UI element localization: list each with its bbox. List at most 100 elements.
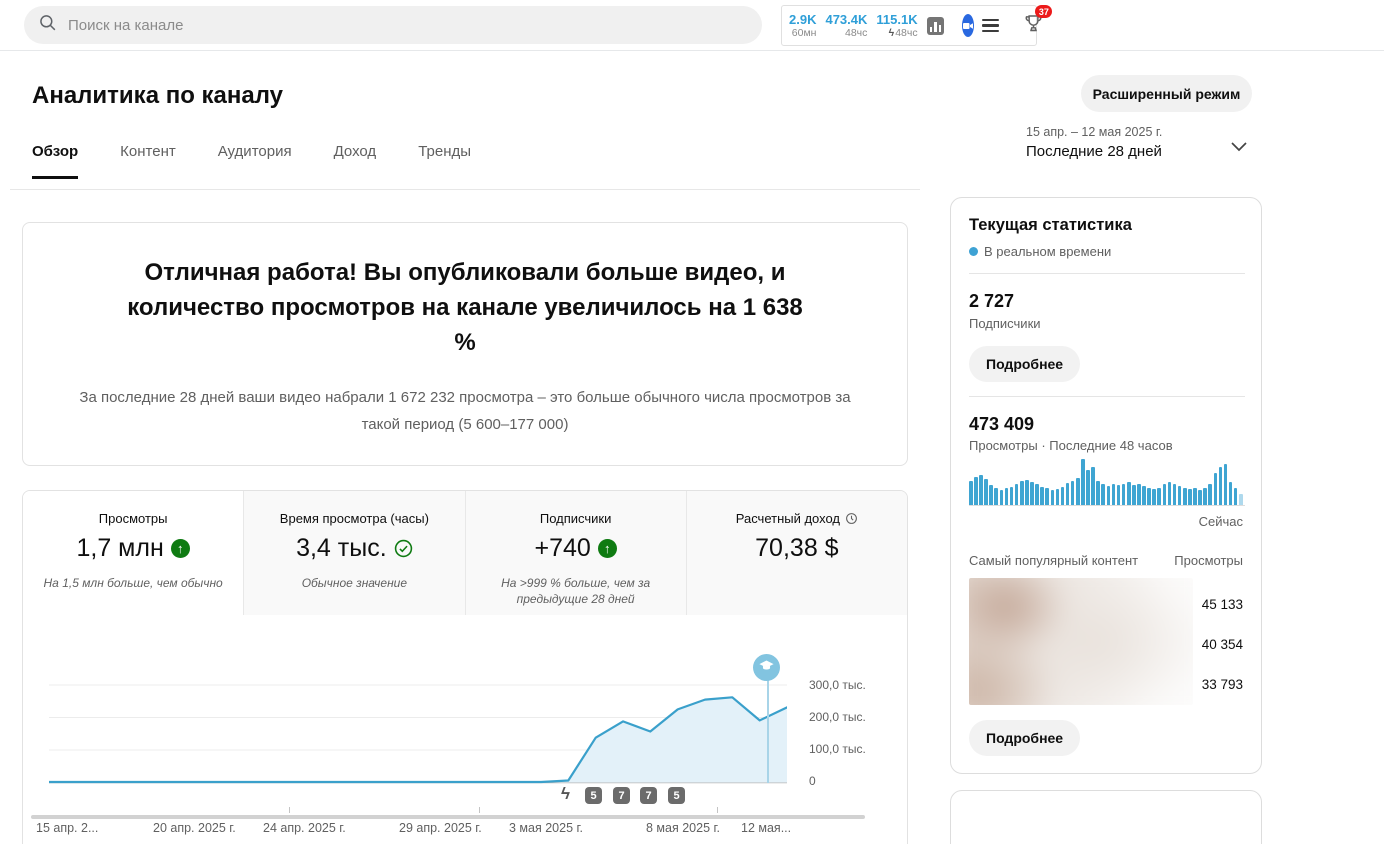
tab-аудитория[interactable]: Аудитория [218, 143, 292, 179]
subscribers-count: 2 727 [969, 291, 1014, 312]
stat-item[interactable]: 473.4K 48чс [825, 12, 867, 39]
achievements-button[interactable]: 37 [1023, 12, 1044, 39]
date-picker-dropdown[interactable] [1231, 139, 1247, 157]
published-count-badge[interactable]: 5 [585, 787, 602, 804]
youtube-studio-analytics-page: 2.9K 60мн 473.4K 48чс 115.1K ϟ48чс 37 [0, 0, 1384, 844]
metric-value: 3,4 тыс. [244, 534, 464, 563]
stat-item[interactable]: 2.9K 60мн [789, 12, 816, 39]
highlight-subtitle: За последние 28 дней ваши видео набрали … [70, 384, 860, 438]
tab-доход[interactable]: Доход [334, 143, 377, 179]
divider [969, 273, 1245, 274]
stat-item[interactable]: 115.1K ϟ48чс [876, 12, 917, 39]
metric-label: Просмотры [23, 511, 243, 526]
metric-tabs: Просмотры 1,7 млн↑ На 1,5 млн больше, че… [23, 491, 907, 615]
sparkline-bar [1152, 489, 1156, 505]
sparkline-bar [1010, 487, 1014, 505]
sparkline-bar [1219, 467, 1223, 505]
metric-tab[interactable]: Подписчики +740↑ На >999 % больше, чем з… [465, 491, 686, 615]
subscribers-details-button[interactable]: Подробнее [969, 346, 1080, 382]
sparkline-bar [989, 485, 993, 505]
timeline-scrubber[interactable] [31, 815, 865, 819]
period-label: Последние 28 дней [1026, 143, 1162, 160]
metric-label: Время просмотра (часы) [244, 511, 464, 526]
views-48h-label: Просмотры · Последние 48 часов [969, 438, 1173, 453]
graduation-cap-icon [758, 657, 775, 679]
sparkline-bar [1081, 459, 1085, 505]
top-content-details-button[interactable]: Подробнее [969, 720, 1080, 756]
stat-period: 60мн [792, 27, 817, 39]
sparkline-bar [984, 479, 988, 505]
stat-period: ϟ48чс [889, 27, 918, 39]
highlight-title: Отличная работа! Вы опубликовали больше … [115, 255, 815, 360]
date-range-label: 15 апр. – 12 мая 2025 г. [1026, 125, 1162, 139]
sparkline-bar [1061, 487, 1065, 505]
x-axis-tick: 8 мая 2025 г. [646, 821, 720, 835]
sparkline-bar [1025, 480, 1029, 505]
tab-тренды[interactable]: Тренды [418, 143, 471, 179]
top-content-view-count: 45 133 [1202, 597, 1243, 612]
sparkline-bar [1203, 488, 1207, 505]
published-count-badge[interactable]: 7 [613, 787, 630, 804]
now-label: Сейчас [1199, 514, 1243, 529]
sparkline-bar [1117, 485, 1121, 505]
x-axis-tick: 29 апр. 2025 г. [399, 821, 482, 835]
sparkline-bar [1178, 486, 1182, 505]
realtime-views-sparkline [969, 460, 1245, 506]
sparkline-bar [1086, 470, 1090, 505]
top-content-header: Самый популярный контент [969, 553, 1138, 568]
milestone-marker[interactable] [753, 654, 780, 681]
sparkline-bar [1137, 484, 1141, 505]
metric-note: На >999 % больше, чем за предыдущие 28 д… [481, 575, 671, 607]
highlight-card: Отличная работа! Вы опубликовали больше … [22, 222, 908, 466]
sparkline-bar [1224, 464, 1228, 505]
tab-контент[interactable]: Контент [120, 143, 176, 179]
notification-badge: 37 [1035, 5, 1052, 18]
channel-search[interactable] [24, 6, 762, 44]
sparkline-bar [1015, 484, 1019, 505]
metric-tab[interactable]: Расчетный доход 70,38 $ [686, 491, 907, 615]
divider [10, 189, 920, 190]
metric-value: 70,38 $ [687, 534, 907, 563]
x-axis-tick: 3 мая 2025 г. [509, 821, 583, 835]
metric-label: Расчетный доход [687, 511, 907, 526]
search-input[interactable] [68, 17, 748, 34]
camera-icon[interactable] [962, 14, 974, 37]
sparkline-bar [1030, 482, 1034, 505]
realtime-title: Текущая статистика [969, 216, 1132, 235]
published-count-badge[interactable]: 7 [640, 787, 657, 804]
y-axis-tick: 100,0 тыс. [809, 742, 866, 756]
topbar: 2.9K 60мн 473.4K 48чс 115.1K ϟ48чс 37 [0, 0, 1384, 51]
top-content-thumbnails-blurred[interactable] [969, 578, 1193, 705]
views-line-chart[interactable] [49, 661, 787, 785]
published-count-badge[interactable]: 5 [668, 787, 685, 804]
sparkline-bar [1239, 494, 1243, 505]
top-content-view-count: 33 793 [1202, 677, 1243, 692]
sparkline-bar [1122, 484, 1126, 505]
metric-tab[interactable]: Просмотры 1,7 млн↑ На 1,5 млн больше, че… [23, 491, 243, 615]
sparkline-bar [1107, 486, 1111, 505]
milestone-marker-line [767, 677, 769, 783]
menu-icon[interactable] [982, 19, 999, 33]
channel-stats-widget: 2.9K 60мн473.4K 48чс115.1K ϟ48чс 37 [781, 5, 1037, 46]
search-icon [38, 13, 58, 38]
sparkline-bar [1076, 478, 1080, 505]
sparkline-bar [1020, 481, 1024, 505]
metric-note: Обычное значение [259, 575, 449, 591]
sparkline-bar [1163, 484, 1167, 505]
live-indicator-label: В реальном времени [984, 244, 1111, 259]
metric-tab[interactable]: Время просмотра (часы) 3,4 тыс. Обычное … [243, 491, 464, 615]
tab-обзор[interactable]: Обзор [32, 143, 78, 179]
sparkline-bar [1234, 488, 1238, 506]
advanced-mode-button[interactable]: Расширенный режим [1081, 75, 1252, 112]
sparkline-bar [1214, 473, 1218, 505]
sparkline-bar [1045, 488, 1049, 505]
y-axis-tick: 200,0 тыс. [809, 710, 866, 724]
stat-period: 48чс [845, 27, 867, 39]
sparkline-bar [1000, 490, 1004, 505]
analytics-bars-icon[interactable] [927, 17, 945, 35]
sparkline-bar [979, 475, 983, 505]
views-column-header: Просмотры [1174, 553, 1243, 568]
sparkline-bar [974, 477, 978, 505]
shorts-icon[interactable]: ϟ [561, 784, 570, 804]
sparkline-bar [1051, 490, 1055, 505]
